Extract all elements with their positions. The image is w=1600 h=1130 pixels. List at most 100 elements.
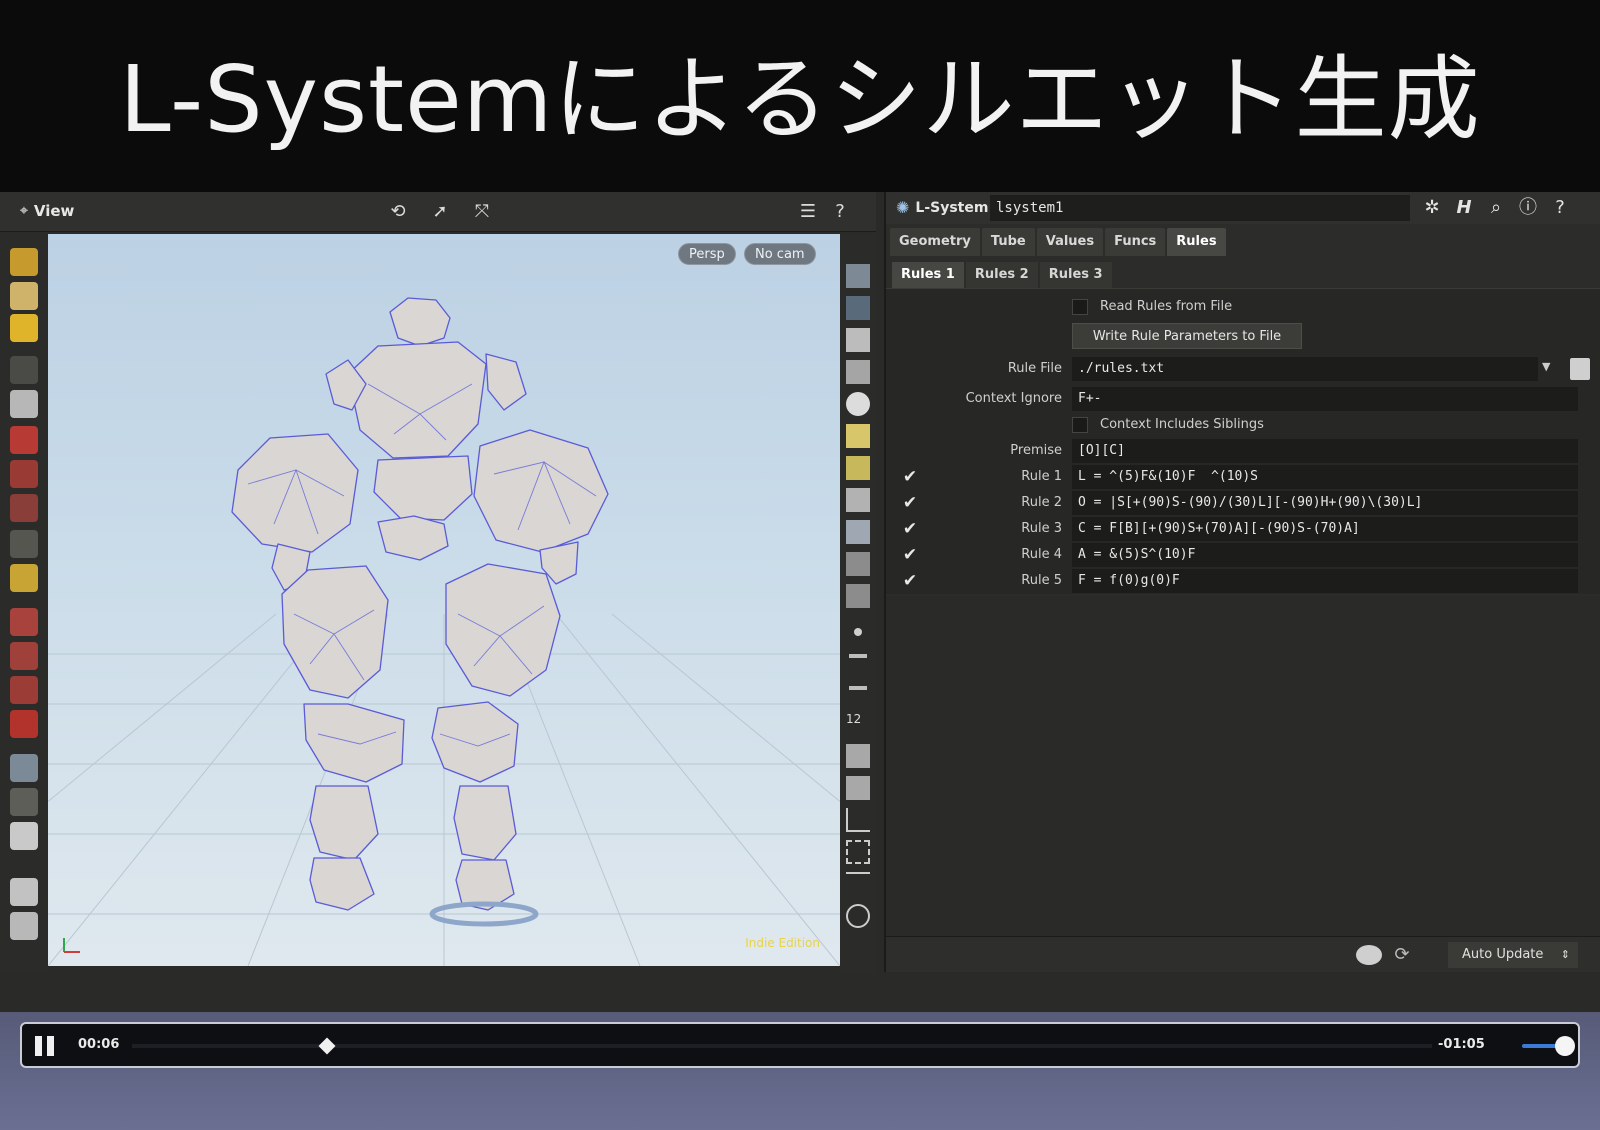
rule-2-check-icon[interactable]: ✔ xyxy=(900,493,920,513)
write-rule-parameters-button[interactable]: Write Rule Parameters to File xyxy=(1072,323,1302,349)
tool-shade-icon[interactable] xyxy=(10,248,38,276)
rule-1-check-icon[interactable]: ✔ xyxy=(900,467,920,487)
rule-1-field[interactable]: L = ^(5)F&(10)F ^(10)S xyxy=(1072,465,1578,489)
rule-1-label: Rule 1 xyxy=(1021,469,1062,484)
handle-tool-icon[interactable] xyxy=(10,426,38,454)
rule-5-field[interactable]: F = f(0)g(0)F xyxy=(1072,569,1578,593)
template-icon[interactable] xyxy=(846,296,870,320)
tool-solid-icon[interactable] xyxy=(10,314,38,342)
rule-3-check-icon[interactable]: ✔ xyxy=(900,519,920,539)
info-icon[interactable]: ⓘ xyxy=(1516,196,1540,220)
help-circle-icon[interactable]: ? xyxy=(1548,196,1572,220)
angle-icon[interactable] xyxy=(846,808,870,832)
rule-4-field[interactable]: A = &(5)S^(10)F xyxy=(1072,543,1578,567)
3d-viewport[interactable]: Persp No cam Indie Edition xyxy=(48,234,840,966)
subtab-rules-1[interactable]: Rules 1 xyxy=(892,262,964,288)
bone-tool-icon[interactable] xyxy=(10,494,38,522)
eye-alt-icon[interactable] xyxy=(846,584,870,608)
cook-icon[interactable] xyxy=(1356,945,1382,965)
viewport-title: View xyxy=(33,202,75,220)
rule-5-label: Rule 5 xyxy=(1021,573,1062,588)
snap-curve-icon[interactable] xyxy=(10,642,38,670)
view-pane-icon: ⌖ xyxy=(20,203,28,219)
rule-3-row: ✔ Rule 3 C = F[B][+(90)S+(70)A][-(90)S-(… xyxy=(886,517,1600,543)
lock-tool-icon[interactable] xyxy=(10,390,38,418)
light-icon[interactable] xyxy=(846,424,870,448)
disk-icon[interactable] xyxy=(10,912,38,940)
tab-geometry[interactable]: Geometry xyxy=(890,228,980,256)
indie-edition-watermark: Indie Edition xyxy=(745,936,820,950)
brush-display-icon[interactable] xyxy=(846,776,870,800)
lsystem-silhouette-model[interactable] xyxy=(48,234,840,966)
context-siblings-label: Context Includes Siblings xyxy=(1100,417,1264,432)
lock-icon[interactable] xyxy=(846,328,870,352)
select-icon[interactable] xyxy=(10,356,38,384)
magnet-icon[interactable] xyxy=(10,710,38,738)
tab-rules[interactable]: Rules xyxy=(1167,228,1226,256)
eye-icon[interactable] xyxy=(846,552,870,576)
display-options-icon[interactable]: ☰ xyxy=(796,200,820,224)
subtab-rules-2[interactable]: Rules 2 xyxy=(965,262,1038,288)
help-icon[interactable]: ? xyxy=(828,200,852,224)
rule-file-field[interactable]: ./rules.txt xyxy=(1072,357,1538,381)
tool-wire-icon[interactable] xyxy=(10,282,38,310)
rule-5-row: ✔ Rule 5 F = f(0)g(0)F xyxy=(886,569,1600,595)
parameter-empty-area xyxy=(886,596,1600,936)
sphere-icon[interactable] xyxy=(846,392,870,416)
paint-display-icon[interactable] xyxy=(846,744,870,768)
file-browse-icon[interactable] xyxy=(1570,358,1590,380)
refresh-icon[interactable]: ⟳ xyxy=(1390,943,1414,967)
pause-icon[interactable] xyxy=(34,1036,56,1056)
light-bulb-icon[interactable] xyxy=(846,456,870,480)
left-toolbar xyxy=(0,232,48,972)
read-rules-checkbox[interactable] xyxy=(1072,299,1088,315)
rotate-tool-icon[interactable]: ⟲ xyxy=(386,200,410,224)
ghost-icon[interactable] xyxy=(846,264,870,288)
elapsed-time: 00:06 xyxy=(78,1037,120,1052)
transform-tool-icon[interactable]: ⤧ xyxy=(470,200,494,224)
volume-knob[interactable] xyxy=(1555,1036,1575,1056)
rule-3-field[interactable]: C = F[B][+(90)S+(70)A][-(90)S-(70)A] xyxy=(1072,517,1578,541)
premise-field[interactable]: [O][C] xyxy=(1072,439,1578,463)
axes-icon[interactable] xyxy=(846,872,870,896)
render-tool-icon[interactable] xyxy=(10,822,38,850)
select-arrow-icon[interactable]: ➚ xyxy=(428,200,452,224)
camera-menu[interactable]: No cam xyxy=(744,243,816,265)
hide-icon[interactable] xyxy=(846,360,870,384)
point-display-icon[interactable] xyxy=(854,628,862,636)
scrub-handle[interactable] xyxy=(318,1037,336,1055)
snap-grid-icon[interactable] xyxy=(10,608,38,636)
subtab-rules-3[interactable]: Rules 3 xyxy=(1039,262,1112,288)
camera-tool-icon[interactable] xyxy=(10,754,38,782)
auto-update-menu[interactable]: Auto Update ⇕ xyxy=(1448,942,1578,968)
frame-icon[interactable] xyxy=(846,904,870,928)
search-icon[interactable]: ⌕ xyxy=(1484,196,1508,220)
context-ignore-field[interactable]: F+- xyxy=(1072,387,1578,411)
paint-tool-icon[interactable] xyxy=(10,564,38,592)
tab-funcs[interactable]: Funcs xyxy=(1105,228,1166,256)
rule-5-check-icon[interactable]: ✔ xyxy=(900,571,920,591)
dropdown-chevron-icon[interactable]: ▼ xyxy=(1542,360,1550,373)
bounding-icon[interactable] xyxy=(846,840,870,864)
context-siblings-checkbox[interactable] xyxy=(1072,417,1088,433)
rule-4-label: Rule 4 xyxy=(1021,547,1062,562)
tab-values[interactable]: Values xyxy=(1036,228,1104,256)
gear-icon[interactable]: ✲ xyxy=(1420,196,1444,220)
tab-tube[interactable]: Tube xyxy=(981,228,1035,256)
rule-2-field[interactable]: O = |S[+(90)S-(90)/(30)L][-(90)H+(90)\(3… xyxy=(1072,491,1578,515)
view-tool-icon[interactable] xyxy=(10,788,38,816)
rule-4-check-icon[interactable]: ✔ xyxy=(900,545,920,565)
group-icon[interactable] xyxy=(846,520,870,544)
houdini-help-icon[interactable]: H xyxy=(1452,196,1476,220)
particle-tool-icon[interactable] xyxy=(10,530,38,558)
pose-tool-icon[interactable] xyxy=(10,460,38,488)
context-siblings-row: Context Includes Siblings xyxy=(886,413,1600,439)
user-icon[interactable] xyxy=(846,488,870,512)
flipbook-icon[interactable] xyxy=(10,878,38,906)
normal-display-icon[interactable] xyxy=(849,654,867,658)
vertex-normal-icon[interactable] xyxy=(849,686,867,690)
perspective-menu[interactable]: Persp xyxy=(678,243,736,265)
node-name-field[interactable]: lsystem1 xyxy=(990,195,1410,221)
number-display-icon[interactable]: 12 xyxy=(846,712,870,736)
snap-point-icon[interactable] xyxy=(10,676,38,704)
